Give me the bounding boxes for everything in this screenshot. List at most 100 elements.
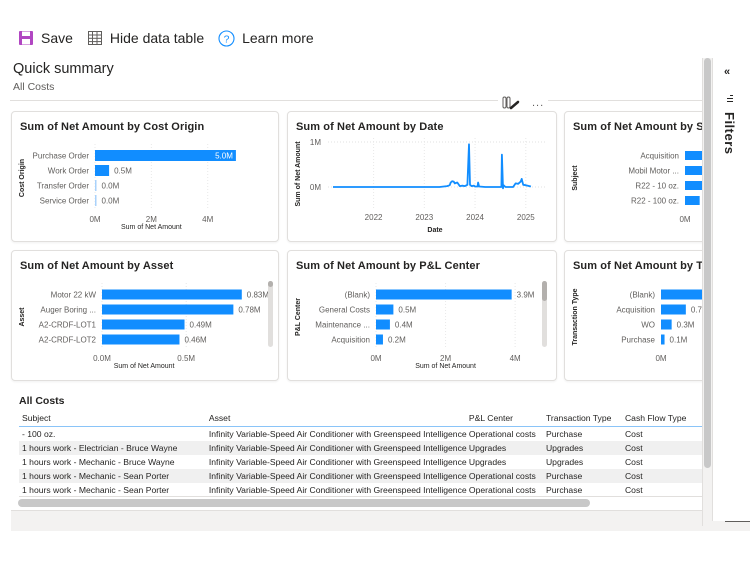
column-header-pl-center[interactable]: P&L Center (469, 413, 546, 423)
page-title: Quick summary (13, 61, 114, 77)
column-header-cash-flow-type[interactable]: Cash Flow Type (625, 413, 702, 423)
bar (685, 181, 702, 190)
x-axis-title: Sum of Net Amount (114, 363, 175, 370)
category-label: Acquisition (331, 336, 370, 345)
category-label: Transfer Order (37, 182, 89, 191)
table-row[interactable]: 1 hours work - Mechanic - Sean Porter In… (19, 469, 702, 483)
chart-scrollbar-thumb[interactable] (542, 281, 547, 301)
x-tick-label: 2M (146, 215, 157, 224)
format-painter-icon[interactable] (502, 96, 520, 110)
cell-subject: - 100 oz. (22, 429, 56, 439)
data-label: 0.46M (184, 336, 207, 345)
chart-card-subject[interactable]: Sum of Net Amount by Sub 0MSubjectAcquis… (564, 111, 702, 242)
more-options-button[interactable]: ... (532, 97, 544, 109)
y-axis-title: Subject (572, 165, 579, 191)
filter-icon (727, 95, 733, 102)
y-axis-title: Asset (19, 307, 26, 327)
x-tick-label: 2025 (517, 213, 535, 222)
bar (102, 289, 242, 300)
bar (376, 319, 390, 330)
x-tick-label: 2024 (466, 213, 484, 222)
y-axis-title: Transaction Type (572, 288, 579, 345)
x-tick-label: 2M (440, 354, 451, 363)
bar-chart-pl-center: 0M 2M 4M P&L Center Sum of Net Amount (Blank)… (295, 283, 535, 370)
data-label: 0.4M (395, 321, 413, 330)
cell-pl-center: Upgrades (468, 457, 507, 467)
bar (661, 334, 665, 345)
page-subtitle: All Costs (13, 81, 55, 93)
x-tick-label: 0M (679, 215, 690, 224)
category-label: Work Order (48, 167, 90, 176)
chart-card-cost-origin[interactable]: Sum of Net Amount by Cost Origin 0M 2M 4M C… (11, 111, 279, 242)
data-label: 0.5M (398, 306, 416, 315)
x-tick-label: 4M (510, 354, 521, 363)
visual-header: ... (498, 96, 549, 110)
cell-cash-flow-type: Cost (624, 471, 643, 481)
cell-pl-center: Operational costs (468, 484, 536, 495)
cell-subject: 1 hours work - Mechanic - Bruce Wayne (22, 457, 175, 467)
line-chart-date: 0M 1M 2022 2023 2024 2025 Date Sum of Net Amoun… (295, 138, 546, 234)
table-horizontal-scrollbar[interactable] (18, 499, 590, 507)
toolbar: Save Hide data table ? Learn more (18, 27, 314, 49)
x-tick-label: 0.5M (177, 354, 195, 363)
cell-cash-flow-type: Cost (624, 484, 643, 495)
bar (685, 196, 700, 205)
column-header-asset[interactable]: Asset (209, 413, 469, 423)
hide-data-table-label: Hide data table (109, 30, 205, 46)
bar (661, 319, 672, 330)
bar (102, 319, 185, 330)
save-button[interactable]: Save (18, 30, 73, 46)
data-label: 0.3M (677, 321, 695, 330)
svg-text:?: ? (224, 33, 230, 45)
category-label: Purchase (621, 336, 655, 345)
page-vertical-scrollbar-thumb[interactable] (704, 58, 711, 468)
category-label: General Costs (319, 306, 370, 315)
column-header-subject[interactable]: Subject (19, 413, 209, 423)
table-row[interactable]: 1 hours work - Electrician - Bruce Wayne… (19, 441, 702, 455)
chart-scrollbar[interactable] (268, 281, 273, 347)
category-label: R22 - 100 oz. (631, 197, 679, 206)
x-tick-label: 0M (655, 354, 666, 363)
cell-transaction-type: Purchase (545, 484, 583, 495)
cell-transaction-type: Purchase (545, 429, 583, 439)
column-header-transaction-type[interactable]: Transaction Type (546, 413, 625, 423)
filters-pane-label[interactable]: Filters (722, 112, 737, 155)
category-label: Mobil Motor ... (628, 167, 679, 176)
bar (376, 289, 512, 300)
category-label: A2-CRDF-LOT1 (39, 321, 97, 330)
category-label: Acquisition (640, 152, 679, 161)
category-label: Auger Boring ... (40, 306, 96, 315)
chart-card-transaction-type[interactable]: Sum of Net Amount by Tra 0M Transaction T… (564, 250, 702, 381)
table-row[interactable]: 1 hours work - Mechanic - Sean Porter In… (19, 483, 702, 497)
table-row[interactable]: 1 hours work - Mechanic - Bruce Wayne In… (19, 455, 702, 469)
bar (95, 195, 97, 206)
x-tick-label: 0.0M (93, 354, 111, 363)
cell-asset: Infinity Variable-Speed Air Conditioner … (208, 484, 467, 495)
cell-pl-center: Upgrades (468, 443, 507, 453)
table-row[interactable]: - 100 oz. Infinity Variable-Speed Air Co… (19, 427, 702, 441)
y-axis-title: P&L Center (295, 298, 302, 336)
chart-scrollbar-thumb[interactable] (268, 281, 273, 287)
cell-pl-center: Operational costs (468, 471, 536, 481)
chart-card-date[interactable]: Sum of Net Amount by Date 0M 1M 2022 2023 20… (287, 111, 557, 242)
cell-asset: Infinity Variable-Speed Air Conditioner … (208, 457, 467, 467)
cell-transaction-type: Purchase (545, 471, 583, 481)
data-label: 5.0M (215, 152, 233, 161)
chart-card-asset[interactable]: Sum of Net Amount by Asset 0.0M 0.5M Asset… (11, 250, 279, 381)
category-label: Service Order (40, 197, 90, 206)
hide-data-table-button[interactable]: Hide data table (87, 30, 204, 46)
table-icon (87, 31, 102, 45)
category-label: Maintenance ... (315, 321, 370, 330)
data-label: 0.7M (691, 306, 702, 315)
category-label: Purchase Order (33, 152, 90, 161)
expand-filters-button[interactable]: « (724, 66, 730, 78)
bar (95, 180, 97, 191)
bar (661, 304, 686, 315)
learn-more-button[interactable]: ? Learn more (218, 29, 314, 47)
cell-cash-flow-type: Cost (624, 443, 643, 453)
category-label: WO (641, 321, 655, 330)
x-tick-label: 2023 (415, 213, 433, 222)
data-table: All Costs Subject Asset P&L Center Trans… (12, 392, 702, 510)
chart-card-pl-center[interactable]: Sum of Net Amount by P&L Center 0M 2M 4M P&… (287, 250, 557, 381)
bar (102, 334, 180, 345)
